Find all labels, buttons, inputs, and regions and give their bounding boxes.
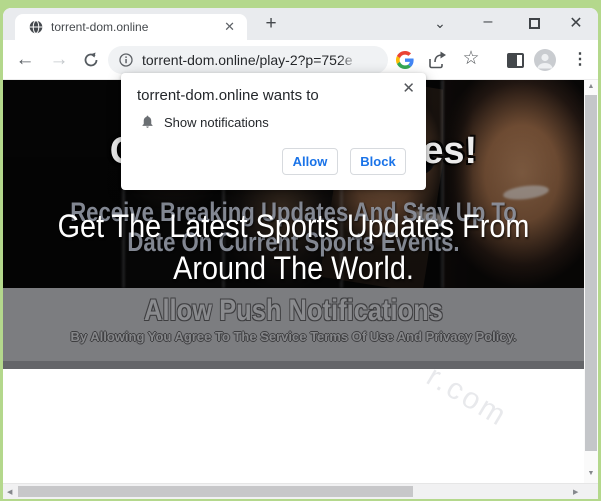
browser-tab[interactable]: torrent-dom.online ✕ <box>15 14 247 40</box>
banner-bottom-strip <box>3 361 584 369</box>
page-watermark: r.com <box>421 360 514 435</box>
tab-strip: torrent-dom.online ✕ + ⌄ – ✕ <box>3 8 598 40</box>
minimize-button[interactable]: – <box>475 12 501 36</box>
allow-button[interactable]: Allow <box>282 148 338 175</box>
scroll-left-icon[interactable]: ◀ <box>7 488 12 496</box>
new-tab-button[interactable]: + <box>259 12 283 36</box>
url-text: torrent-dom.online/play-2?p=752e <box>142 52 353 68</box>
side-panel-icon[interactable] <box>507 53 524 68</box>
tab-close-icon[interactable]: ✕ <box>220 19 239 35</box>
url-fade-overlay <box>338 51 364 69</box>
vertical-scrollbar-thumb[interactable] <box>585 95 597 451</box>
globe-favicon-icon <box>29 20 43 34</box>
window-close-button[interactable]: ✕ <box>563 12 589 36</box>
horizontal-scrollbar[interactable]: ◀ ▶ <box>3 483 598 499</box>
bell-icon <box>140 113 155 130</box>
reload-button[interactable] <box>82 51 100 69</box>
notification-permission-dialog: ✕ torrent-dom.online wants to Show notif… <box>121 73 426 190</box>
info-icon[interactable] <box>119 53 133 67</box>
maximize-button[interactable] <box>521 12 547 36</box>
vertical-scrollbar[interactable]: ▲ ▼ <box>584 80 598 483</box>
permission-label: Show notifications <box>164 115 269 130</box>
bookmark-star-icon[interactable]: ☆ <box>460 47 482 70</box>
tab-title: torrent-dom.online <box>51 20 220 34</box>
horizontal-scrollbar-thumb[interactable] <box>18 486 413 497</box>
banner-subtitle: By Allowing You Agree To The Service Ter… <box>3 329 584 344</box>
headline-line2: Around The World. <box>32 250 555 287</box>
browser-menu-icon[interactable]: ⋮ <box>572 49 586 71</box>
share-icon[interactable] <box>427 51 447 69</box>
push-notification-banner: Allow Push Notifications By Allowing You… <box>3 288 584 361</box>
url-text-wrap: torrent-dom.online/play-2?p=752e <box>142 51 364 69</box>
scroll-down-icon[interactable]: ▼ <box>584 470 598 477</box>
banner-title: Allow Push Notifications <box>47 294 541 328</box>
dialog-title: torrent-dom.online wants to <box>137 87 319 104</box>
desktop-background: torrent-dom.online ✕ + ⌄ – ✕ ← → <box>0 0 601 501</box>
google-g-icon[interactable] <box>396 51 414 69</box>
side-panel-fill <box>509 55 517 66</box>
block-button[interactable]: Block <box>350 148 406 175</box>
headline-line1: Get The Latest Sports Updates From <box>32 208 555 245</box>
profile-avatar[interactable] <box>534 49 556 71</box>
scroll-right-icon[interactable]: ▶ <box>573 488 578 496</box>
forward-button[interactable]: → <box>47 48 71 72</box>
tab-search-icon[interactable]: ⌄ <box>427 12 453 36</box>
back-button[interactable]: ← <box>13 48 37 72</box>
dialog-close-icon[interactable]: ✕ <box>402 79 415 97</box>
scroll-up-icon[interactable]: ▲ <box>584 83 598 90</box>
maximize-icon <box>529 18 540 29</box>
address-bar[interactable]: torrent-dom.online/play-2?p=752e <box>108 46 388 74</box>
